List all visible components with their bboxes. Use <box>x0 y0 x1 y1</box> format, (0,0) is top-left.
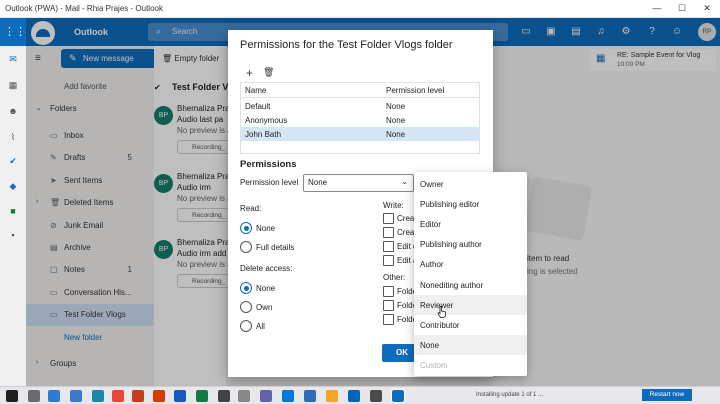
option-owner[interactable]: Owner <box>414 174 527 194</box>
user-level: None <box>386 116 406 125</box>
radio-circle <box>240 241 252 253</box>
user-name: Default <box>245 102 271 111</box>
delete-all-radio[interactable]: All <box>240 320 320 334</box>
checkbox-box <box>383 300 394 311</box>
read-label: Read: <box>240 204 262 213</box>
powerpoint-icon[interactable] <box>153 390 165 402</box>
radio-label: None <box>256 284 276 293</box>
hand-cursor-icon <box>437 306 446 318</box>
app-icon[interactable] <box>238 390 250 402</box>
people-icon[interactable]: ☻ <box>6 104 20 118</box>
app-rail: ✉ ▦ ☻ ⌇ ✔ ◆ ■ ▪ <box>0 46 26 386</box>
chevron-down-icon: ⌄ <box>401 177 408 186</box>
user-name: John Bath <box>245 130 282 139</box>
column-header-level: Permission level <box>386 86 445 95</box>
option-publishing-author[interactable]: Publishing author <box>414 234 527 254</box>
window-titlebar: Outlook (PWA) - Mail - Rhia Prajes - Out… <box>0 0 720 18</box>
office-icon[interactable] <box>132 390 144 402</box>
radio-label: All <box>256 322 265 331</box>
permissions-table: Name Permission level Default None Anony… <box>240 82 480 154</box>
permission-level-select[interactable]: None ⌄ <box>303 174 414 192</box>
outlook-icon[interactable] <box>391 389 405 403</box>
app-icon[interactable] <box>304 390 316 402</box>
delete-none-radio[interactable]: None <box>240 282 320 296</box>
delete-access-label: Delete access: <box>240 264 293 273</box>
add-user-icon[interactable]: + <box>246 66 253 80</box>
write-label: Write: <box>383 201 404 210</box>
option-none[interactable]: None <box>414 335 527 355</box>
read-none-radio[interactable]: None <box>240 222 320 236</box>
update-notice: Installing update 1 of 1 ... <box>476 392 544 398</box>
delete-own-radio[interactable]: Own <box>240 301 320 315</box>
option-contributor[interactable]: Contributor <box>414 315 527 335</box>
restart-now-button[interactable]: Restart now <box>642 389 692 401</box>
app-launcher-icon[interactable]: ⋮⋮ <box>4 24 26 40</box>
option-author[interactable]: Author <box>414 254 527 274</box>
task-view-icon[interactable] <box>28 390 40 402</box>
read-full-details-radio[interactable]: Full details <box>240 241 320 255</box>
minimize-button[interactable]: — <box>650 3 664 13</box>
radio-circle <box>240 320 252 332</box>
app-icon[interactable] <box>370 390 382 402</box>
todo-check-icon[interactable]: ✔ <box>6 154 20 168</box>
table-row[interactable]: Default None <box>241 99 479 113</box>
option-editor[interactable]: Editor <box>414 214 527 234</box>
radio-circle <box>240 282 252 294</box>
window-title: Outlook (PWA) - Mail - Rhia Prajes - Out… <box>5 4 163 13</box>
calendar-icon[interactable]: ▦ <box>6 78 20 92</box>
radio-circle <box>240 222 252 234</box>
checkbox-box <box>383 255 394 266</box>
maximize-button[interactable]: ☐ <box>675 3 689 14</box>
radio-label: Own <box>256 303 273 312</box>
option-custom: Custom <box>420 361 448 370</box>
other-label: Other: <box>383 273 406 282</box>
chrome-icon[interactable] <box>112 390 124 402</box>
radio-label: None <box>256 224 276 233</box>
checkbox-box <box>383 227 394 238</box>
table-header: Name Permission level <box>241 83 479 98</box>
taskbar: Installing update 1 of 1 ... Restart now <box>0 386 720 404</box>
app-icon[interactable] <box>326 390 338 402</box>
checkbox-box <box>383 286 394 297</box>
radio-circle <box>240 301 252 313</box>
permissions-heading: Permissions <box>240 159 297 170</box>
word-icon[interactable] <box>174 390 186 402</box>
app-icon[interactable] <box>282 390 294 402</box>
permission-level-value: None <box>308 178 328 187</box>
edge-icon[interactable] <box>92 390 104 402</box>
table-row[interactable]: John Bath None <box>241 127 479 141</box>
user-name: Anonymous <box>245 116 288 125</box>
app-icon[interactable] <box>348 390 360 402</box>
checkbox-box <box>383 314 394 325</box>
excel-icon[interactable] <box>196 390 208 402</box>
mail-icon[interactable]: ✉ <box>6 52 20 66</box>
excel-icon[interactable]: ■ <box>6 204 20 218</box>
checkbox-box <box>383 241 394 252</box>
store-icon[interactable] <box>70 390 82 402</box>
option-nonediting-author[interactable]: Nonediting author <box>414 275 527 295</box>
yammer-icon[interactable]: ◆ <box>6 179 20 193</box>
permission-level-label: Permission level <box>240 178 299 187</box>
more-apps-icon[interactable]: ▪ <box>6 228 20 242</box>
option-publishing-editor[interactable]: Publishing editor <box>414 194 527 214</box>
column-header-name: Name <box>245 86 267 95</box>
app-icon[interactable] <box>218 390 230 402</box>
user-level: None <box>386 130 406 139</box>
option-reviewer[interactable]: Reviewer <box>414 295 527 315</box>
radio-label: Full details <box>256 243 295 252</box>
table-row[interactable]: Anonymous None <box>241 113 479 127</box>
dialog-title: Permissions for the Test Folder Vlogs fo… <box>240 39 453 51</box>
teams-icon[interactable] <box>260 390 272 402</box>
close-window-button[interactable]: ✕ <box>700 3 714 14</box>
delete-user-icon[interactable]: 🗑 <box>263 67 274 78</box>
file-explorer-icon[interactable] <box>48 390 60 402</box>
checkbox-box <box>383 213 394 224</box>
permission-level-dropdown: Owner Publishing editor Editor Publishin… <box>414 172 527 376</box>
attachment-icon[interactable]: ⌇ <box>6 130 20 144</box>
start-icon[interactable] <box>6 390 18 402</box>
user-level: None <box>386 102 406 111</box>
